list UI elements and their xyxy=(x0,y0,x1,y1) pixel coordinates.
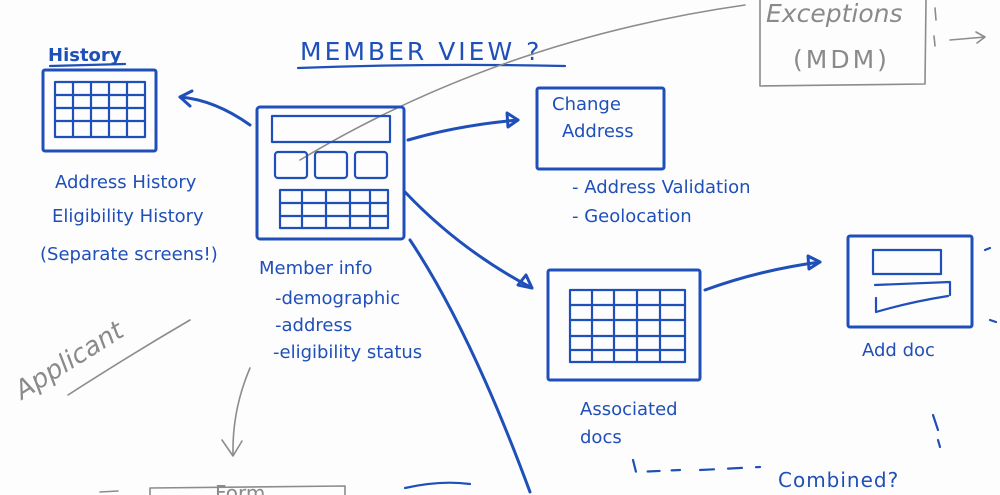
member-bullet-1: -demographic xyxy=(275,288,400,309)
change-address-line1: Change xyxy=(552,94,621,115)
change-address-bullets: - Address Validation - Geolocation xyxy=(572,177,751,227)
arrowhead-associated-docs xyxy=(516,273,534,290)
member-info-label: Member info xyxy=(259,258,373,279)
arrow-to-add-doc xyxy=(703,260,822,292)
member-bullet-3: -eligibility status xyxy=(273,342,422,363)
exceptions-subtitle: (MDM) xyxy=(793,45,890,74)
history-notes: Address History Eligibility History (Sep… xyxy=(40,172,218,265)
bottom-squiggle xyxy=(403,481,472,490)
add-doc-field-2 xyxy=(873,280,952,314)
arrow-to-history xyxy=(178,95,252,127)
arrow-to-change-address xyxy=(406,118,520,142)
bottom-form-label: Form xyxy=(215,481,265,495)
exceptions-title: Exceptions xyxy=(766,0,903,28)
associated-docs-line2: docs xyxy=(580,427,622,448)
combined-bracket-mid xyxy=(698,465,762,472)
member-info-bullets: -demographic -address -eligibility statu… xyxy=(273,288,422,363)
history-grid xyxy=(53,80,147,139)
pencil-arrowhead-down xyxy=(221,439,243,457)
history-label: History xyxy=(48,45,122,66)
add-doc-label: Add doc xyxy=(862,340,935,361)
change-address-bullet-2: - Geolocation xyxy=(572,206,692,227)
combined-bracket-right xyxy=(931,413,942,449)
history-note-1: Address History xyxy=(55,172,197,193)
sketch-canvas: MEMBER VIEW ? Exceptions (MDM) History A… xyxy=(8,0,998,495)
history-note-2: Eligibility History xyxy=(52,206,204,227)
associated-docs-grid xyxy=(568,288,687,364)
history-note-3: (Separate screens!) xyxy=(40,244,218,265)
combined-bracket-left xyxy=(631,458,682,474)
bottom-pencil-dash xyxy=(99,490,119,493)
associated-docs-line1: Associated xyxy=(580,399,678,420)
exceptions-marks xyxy=(933,7,937,47)
arrow-to-associated-docs xyxy=(403,190,534,290)
change-address-bullet-1: - Address Validation xyxy=(572,177,751,198)
combined-label: Combined? xyxy=(778,468,899,492)
add-doc-edge-marks xyxy=(983,246,998,324)
whiteboard-sketch: MEMBER VIEW ? Exceptions (MDM) History A… xyxy=(0,0,1000,495)
applicant-label: Applicant xyxy=(8,315,130,407)
exceptions-arrow xyxy=(949,31,986,44)
member-cards xyxy=(273,150,389,180)
title-text: MEMBER VIEW ? xyxy=(300,37,542,66)
pencil-connector-top xyxy=(299,4,746,161)
change-address-line2: Address xyxy=(562,121,634,142)
member-bullet-2: -address xyxy=(275,315,352,336)
add-doc-field-1 xyxy=(871,248,943,276)
member-table xyxy=(278,188,390,230)
